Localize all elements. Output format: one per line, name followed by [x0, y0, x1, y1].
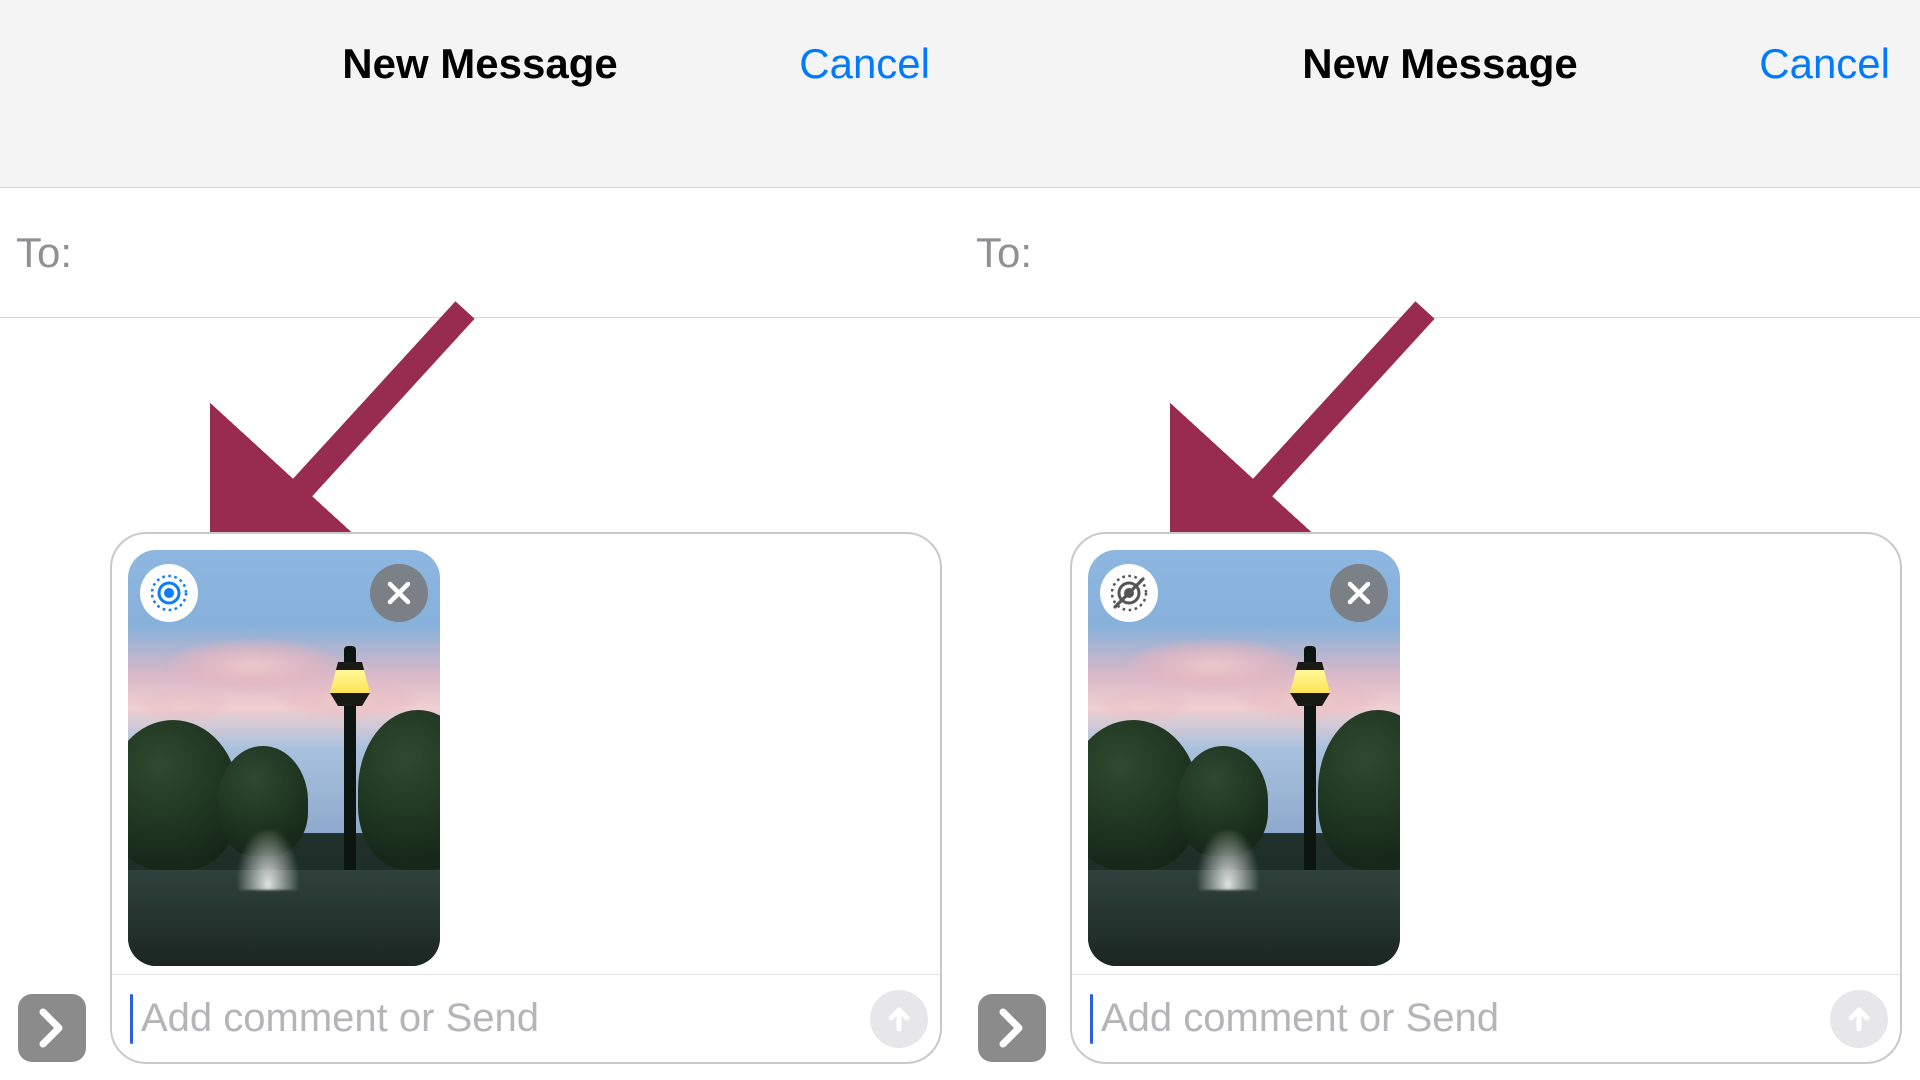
messages-new-message-pane-right: New Message Cancel To:: [960, 0, 1920, 1080]
to-label: To:: [976, 229, 1032, 277]
image-attachment-thumbnail[interactable]: [1088, 550, 1400, 966]
arrow-up-icon: [1844, 1004, 1874, 1034]
messages-new-message-pane-left: New Message Cancel To:: [0, 0, 960, 1080]
header-bar: New Message Cancel: [0, 0, 960, 188]
message-input-row[interactable]: Add comment or Send: [1072, 974, 1900, 1062]
remove-attachment-button[interactable]: [370, 564, 428, 622]
arrow-up-icon: [884, 1004, 914, 1034]
live-photo-toggle-on-icon[interactable]: [140, 564, 198, 622]
remove-attachment-button[interactable]: [1330, 564, 1388, 622]
attachment-zone: [1072, 534, 1900, 974]
recipient-field-row[interactable]: To:: [0, 188, 960, 318]
live-photo-toggle-off-icon[interactable]: [1100, 564, 1158, 622]
composer-area: Add comment or Send: [0, 520, 960, 1080]
chevron-right-icon: [999, 1008, 1025, 1048]
send-button[interactable]: [870, 990, 928, 1048]
apps-expand-button[interactable]: [18, 994, 86, 1062]
send-button[interactable]: [1830, 990, 1888, 1048]
to-label: To:: [16, 229, 72, 277]
message-input-row[interactable]: Add comment or Send: [112, 974, 940, 1062]
composer-area: Add comment or Send: [960, 520, 1920, 1080]
cancel-button[interactable]: Cancel: [1759, 40, 1890, 88]
message-bubble: Add comment or Send: [110, 532, 942, 1064]
cancel-button[interactable]: Cancel: [799, 40, 930, 88]
text-cursor: [1090, 994, 1093, 1044]
message-input-placeholder: Add comment or Send: [1101, 996, 1822, 1041]
apps-expand-button[interactable]: [978, 994, 1046, 1062]
close-icon: [1345, 579, 1373, 607]
header-bar: New Message Cancel: [960, 0, 1920, 188]
image-attachment-thumbnail[interactable]: [128, 550, 440, 966]
attachment-zone: [112, 534, 940, 974]
close-icon: [385, 579, 413, 607]
side-by-side-container: New Message Cancel To:: [0, 0, 1920, 1080]
message-bubble: Add comment or Send: [1070, 532, 1902, 1064]
recipient-field-row[interactable]: To:: [960, 188, 1920, 318]
chevron-right-icon: [39, 1008, 65, 1048]
message-input-placeholder: Add comment or Send: [141, 996, 862, 1041]
text-cursor: [130, 994, 133, 1044]
